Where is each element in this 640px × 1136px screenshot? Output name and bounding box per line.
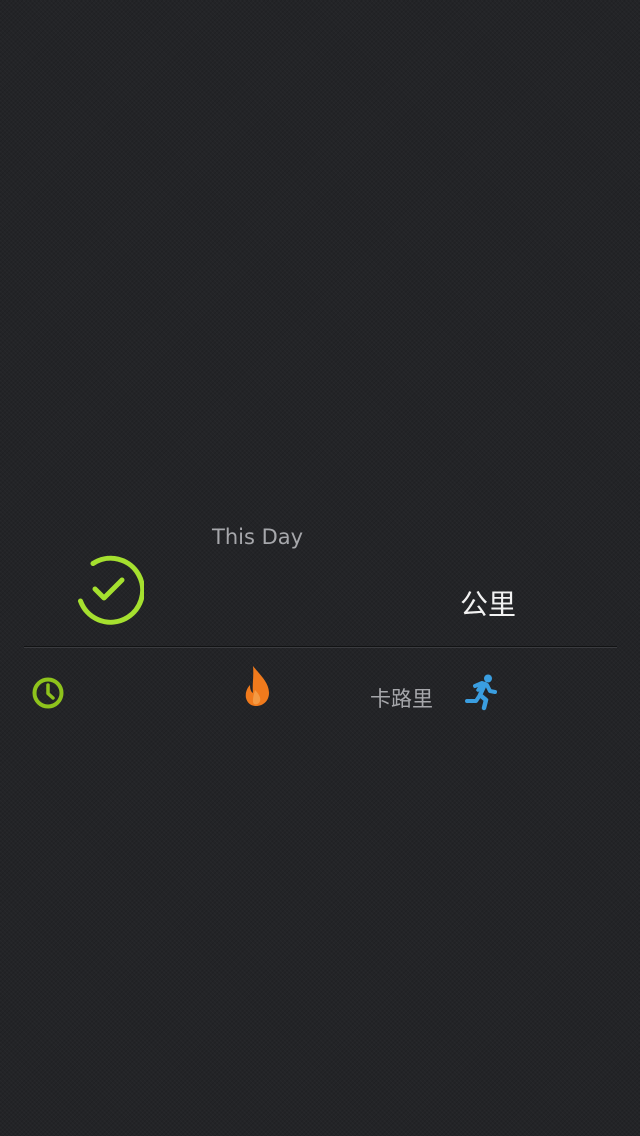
period-label: This Day (212, 525, 304, 549)
running-person-icon (465, 674, 497, 711)
activity-summary-screen: This Day 公里 卡路里 (0, 0, 640, 1136)
clock-icon (32, 677, 64, 709)
distance-unit-label: 公里 (460, 588, 517, 621)
flame-icon (245, 666, 269, 706)
calorie-unit-label: 卡路里 (370, 687, 433, 711)
divider (24, 646, 617, 648)
check-circle-icon (78, 555, 144, 625)
